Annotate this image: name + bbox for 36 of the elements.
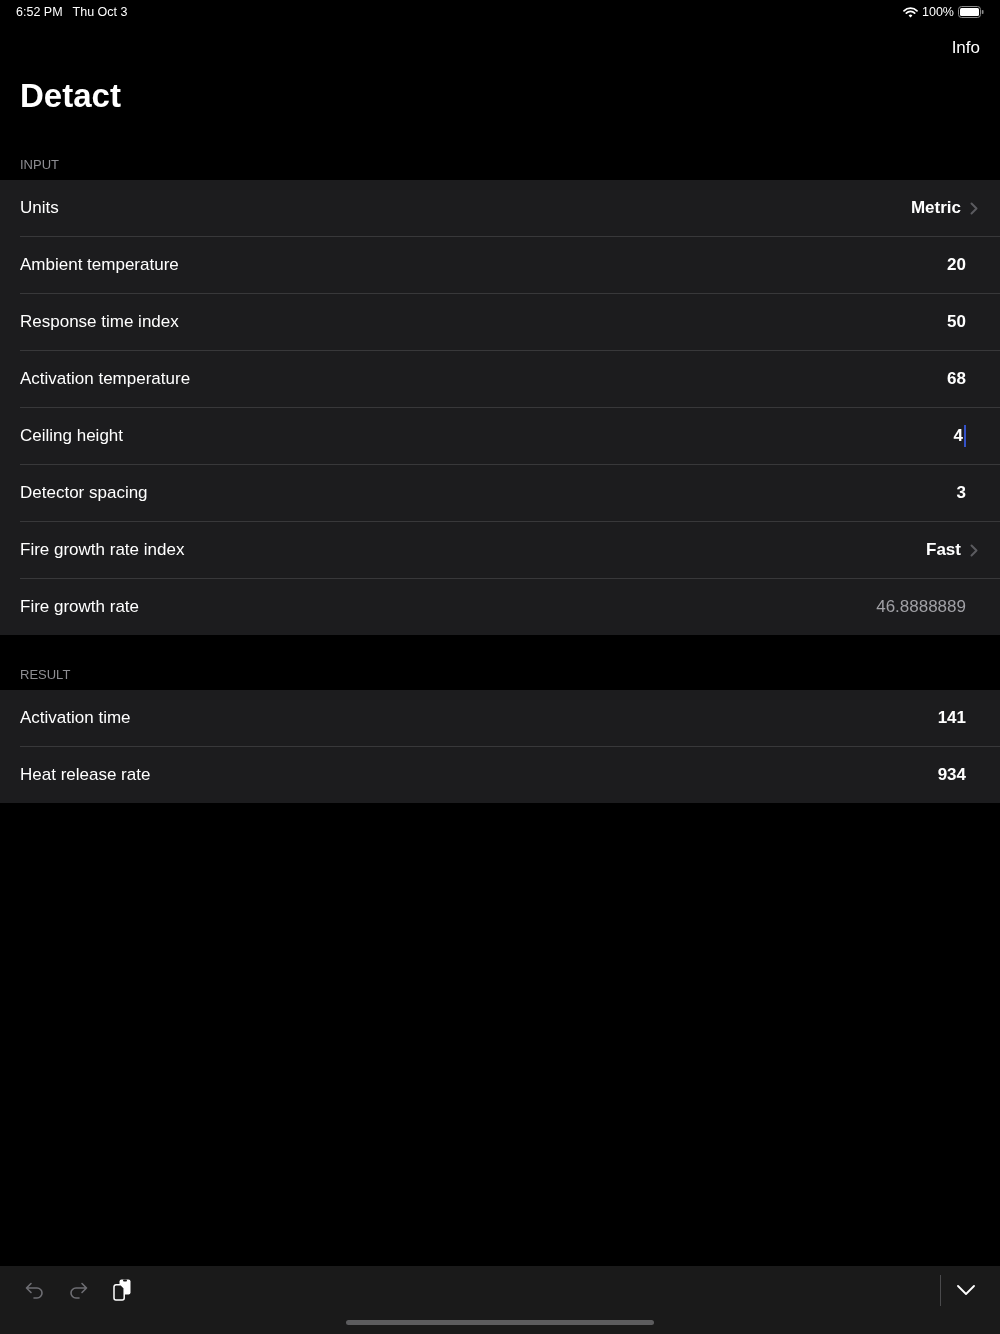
row-label: Activation temperature bbox=[20, 368, 191, 390]
battery-icon bbox=[958, 6, 984, 18]
row-label: Activation time bbox=[20, 707, 131, 729]
section-header: RESULT bbox=[20, 667, 71, 683]
redo-icon bbox=[68, 1281, 88, 1299]
row-label: Response time index bbox=[20, 311, 179, 333]
input-field[interactable]: 20 bbox=[947, 254, 966, 276]
row-label: Fire growth rate index bbox=[20, 539, 185, 561]
section-header: INPUT bbox=[20, 157, 59, 173]
text-cursor bbox=[964, 425, 966, 447]
documents-icon bbox=[113, 1279, 131, 1301]
row-label: Fire growth rate bbox=[20, 596, 140, 618]
computed-value: 46.8888889 bbox=[876, 596, 966, 618]
battery-percentage: 100% bbox=[922, 5, 954, 19]
chevron-right-icon bbox=[970, 201, 978, 215]
info-button[interactable]: Info bbox=[951, 38, 980, 58]
input-field[interactable]: 50 bbox=[947, 311, 966, 333]
row-label: Units bbox=[20, 197, 59, 219]
picker-value[interactable]: Fast bbox=[926, 539, 961, 561]
chevron-down-icon bbox=[957, 1285, 975, 1295]
undo-icon bbox=[24, 1281, 44, 1299]
row-label: Ceiling height bbox=[20, 425, 123, 447]
row-label: Ambient temperature bbox=[20, 254, 179, 276]
row-label: Heat release rate bbox=[20, 764, 151, 786]
chevron-right-icon bbox=[970, 543, 978, 557]
status-time: 6:52 PM bbox=[16, 5, 63, 19]
picker-value[interactable]: Metric bbox=[910, 197, 961, 219]
input-field[interactable]: 68 bbox=[947, 368, 966, 390]
input-field[interactable]: 4 bbox=[953, 425, 966, 447]
input-field[interactable]: 3 bbox=[956, 482, 966, 504]
result-value: 141 bbox=[937, 707, 966, 729]
status-date: Thu Oct 3 bbox=[72, 5, 128, 19]
page-title: Detact bbox=[20, 76, 121, 116]
result-value: 934 bbox=[937, 764, 966, 786]
row-label: Detector spacing bbox=[20, 482, 148, 504]
wifi-icon bbox=[903, 6, 918, 18]
